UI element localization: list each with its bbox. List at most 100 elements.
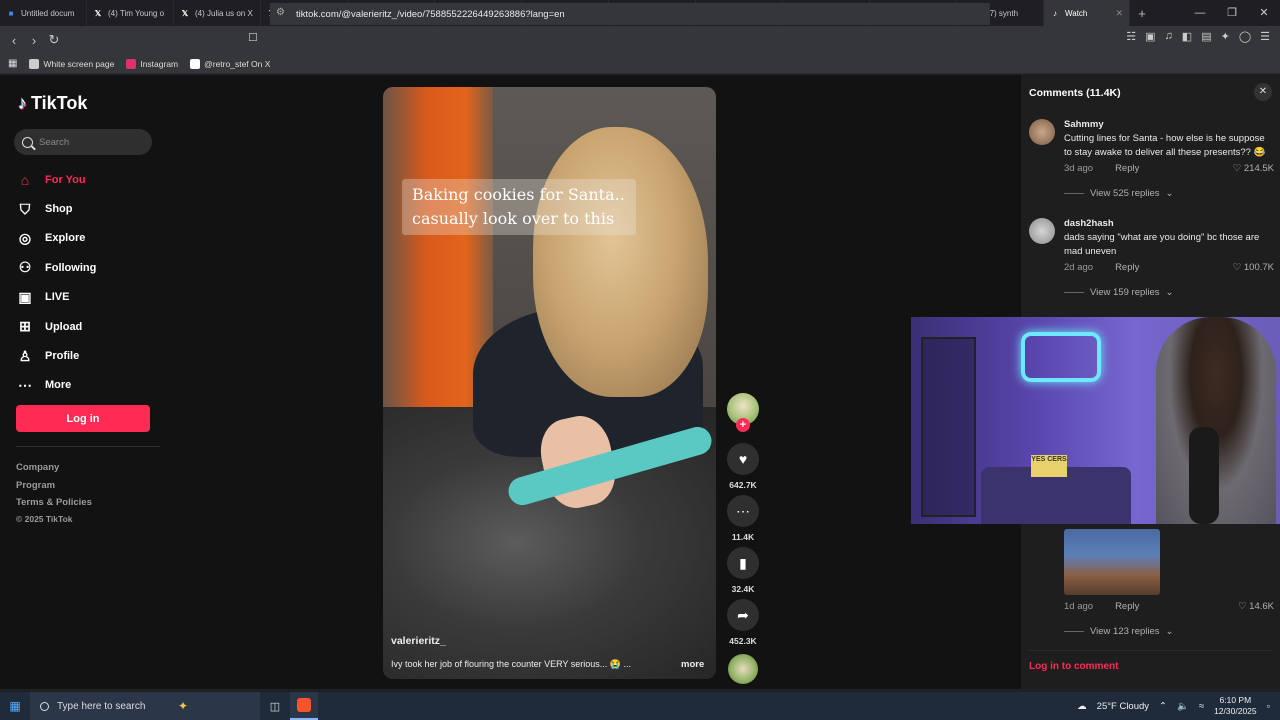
wifi-icon[interactable]: ≈ [1199,701,1204,712]
follow-plus-icon[interactable]: + [736,418,750,432]
address-bar[interactable]: ⚙ tiktok.com/@valerieritz_/video/7588552… [270,3,990,25]
profile-icon: ♙ [18,347,32,364]
menu-icon[interactable]: ☰ [1260,30,1270,43]
tiktok-logo[interactable]: ♪ TikTok [18,93,87,114]
music-disc-icon[interactable] [728,654,758,684]
comment-action[interactable]: ⋯ 11.4K [726,495,760,542]
task-view-icon[interactable]: ◫ [260,700,290,713]
close-comments-icon[interactable]: ✕ [1254,83,1272,101]
commenter-name[interactable]: Sahmmy [1064,119,1104,130]
browser-tab[interactable]: 𝕏 (4) Tim Young o [87,0,174,26]
sidebar-item-for-you[interactable]: ⌂ For You [16,165,96,194]
bookmark-icon[interactable]: ▮ [727,547,759,579]
sidebar-item-upload[interactable]: ⊞ Upload [16,312,96,341]
comment-likes[interactable]: ♡ 100.7K [1233,262,1274,273]
clock-date: 12/30/2025 [1214,706,1257,716]
heart-outline-icon: ♡ [1232,262,1242,273]
reload-icon[interactable]: ↻ [44,32,64,48]
clock[interactable]: 6:10 PM 12/30/2025 [1214,695,1257,717]
video-player[interactable]: Baking cookies for Santa.. casually look… [383,87,716,679]
speaker-icon[interactable]: 🔈 [1177,701,1189,712]
tray-chevron-icon[interactable]: ⌃ [1159,701,1167,712]
leo-icon[interactable]: ✦ [1221,30,1230,43]
reply-button[interactable]: Reply [1115,262,1139,273]
notification-icon[interactable]: ▫ [1267,701,1270,712]
share-arrow-icon[interactable]: ➦ [727,599,759,631]
view-replies[interactable]: View 123 replies ⌄ [1064,626,1174,637]
minimize-icon[interactable]: — [1184,0,1216,26]
reply-button[interactable]: Reply [1115,601,1139,612]
bookmark-item[interactable]: Instagram [126,58,178,69]
sidebar-icon[interactable]: ◧ [1182,30,1192,43]
comment-meta: 1d ago Reply [1064,601,1139,612]
comment-item: dash2hash dads saying "what are you doin… [1029,218,1274,308]
video-description: Ivy took her job of flouring the counter… [391,659,631,669]
footer-company[interactable]: Company [16,459,92,477]
shield-icon[interactable]: ◯ [1239,30,1251,43]
back-icon[interactable]: ‹ [4,33,24,48]
site-info-icon[interactable]: ⚙ [276,7,285,18]
commenter-avatar[interactable] [1029,119,1055,145]
brave-taskbar-icon[interactable] [290,692,318,720]
sidebar-item-following[interactable]: ⚇ Following [16,253,97,282]
sidebar-item-live[interactable]: ▣ LIVE [16,283,96,312]
windows-start-icon[interactable]: ▦ [0,699,30,713]
like-action[interactable]: ♥ 642.7K [726,443,760,490]
bookmark-page-icon[interactable]: ☐ [248,31,258,44]
page-icon [29,58,40,69]
close-window-icon[interactable]: ✕ [1248,0,1280,26]
bookmark-item[interactable]: White screen page [29,58,114,69]
wallet-icon[interactable]: ▤ [1201,30,1211,43]
view-replies-label: View 123 replies [1090,626,1160,637]
view-replies[interactable]: View 525 replies ⌄ [1064,188,1174,199]
heart-icon[interactable]: ♥ [727,443,759,475]
browser-tab[interactable]: ♪ Watch ✕ [1044,0,1130,26]
sidebar-item-explore[interactable]: ◎ Explore [16,224,96,253]
new-tab-button[interactable]: + [1130,6,1154,21]
close-tab-icon[interactable]: ✕ [1115,8,1123,19]
weather-text[interactable]: 25°F Cloudy [1097,701,1149,712]
browser-tab[interactable]: ■ Untitled docum [0,0,87,26]
sidebar-item-label: LIVE [45,291,70,304]
restore-icon[interactable]: ❐ [1216,0,1248,26]
save-action[interactable]: ▮ 32.4K [726,547,760,594]
following-icon: ⚇ [18,259,32,276]
screenshot-icon[interactable]: ▣ [1145,30,1155,43]
video-username[interactable]: valerieritz_ [391,635,446,647]
sidebar-item-shop[interactable]: ⛉ Shop [16,194,96,223]
share-action[interactable]: ➦ 452.3K [726,599,760,646]
reply-button[interactable]: Reply [1115,163,1139,174]
weather-icon[interactable]: ☁ [1077,701,1087,712]
taskbar-search[interactable]: Type here to search [30,692,260,720]
search-input[interactable]: Search [14,129,152,155]
commenter-name[interactable]: dash2hash [1064,218,1114,229]
copilot-sparkle-icon[interactable]: ✦ [178,699,188,713]
x-icon: 𝕏 [181,8,189,18]
comment-likes[interactable]: ♡ 214.5K [1233,163,1274,174]
view-replies[interactable]: View 159 replies ⌄ [1064,287,1174,298]
sidebar-nav: ⌂ For You ⛉ Shop ◎ Explore ⚇ Following ▣ LIVE ⊞ Upl… [16,165,96,400]
sidebar-item-label: Upload [45,320,83,333]
browser-tab[interactable]: 𝕏 (4) Julia us on X [174,0,261,26]
extensions-icon[interactable]: ☵ [1126,30,1136,43]
video-more-link[interactable]: more [681,659,704,670]
apps-grid-icon[interactable]: ▦ [8,58,17,69]
view-replies-line [1064,292,1084,293]
forward-icon[interactable]: › [24,33,44,48]
view-replies-label: View 525 replies [1090,188,1160,199]
comment-image[interactable] [1064,529,1160,595]
music-icon[interactable]: ♫ [1165,30,1173,43]
login-to-comment[interactable]: Log in to comment [1029,650,1272,682]
bookmark-item[interactable]: @retro_stef On X [190,58,270,69]
commenter-avatar[interactable] [1029,218,1055,244]
footer-program[interactable]: Program [16,477,92,495]
home-icon: ⌂ [20,171,30,188]
sidebar-item-profile[interactable]: ♙ Profile [16,341,96,370]
share-count: 452.3K [729,636,757,646]
login-button[interactable]: Log in [16,405,150,432]
sidebar-item-more[interactable]: ⋯ More [16,371,96,400]
comment-likes[interactable]: ♡ 14.6K [1238,601,1274,612]
comment-icon[interactable]: ⋯ [727,495,759,527]
comment-like-count: 214.5K [1243,163,1274,174]
footer-terms[interactable]: Terms & Policies [16,494,92,512]
